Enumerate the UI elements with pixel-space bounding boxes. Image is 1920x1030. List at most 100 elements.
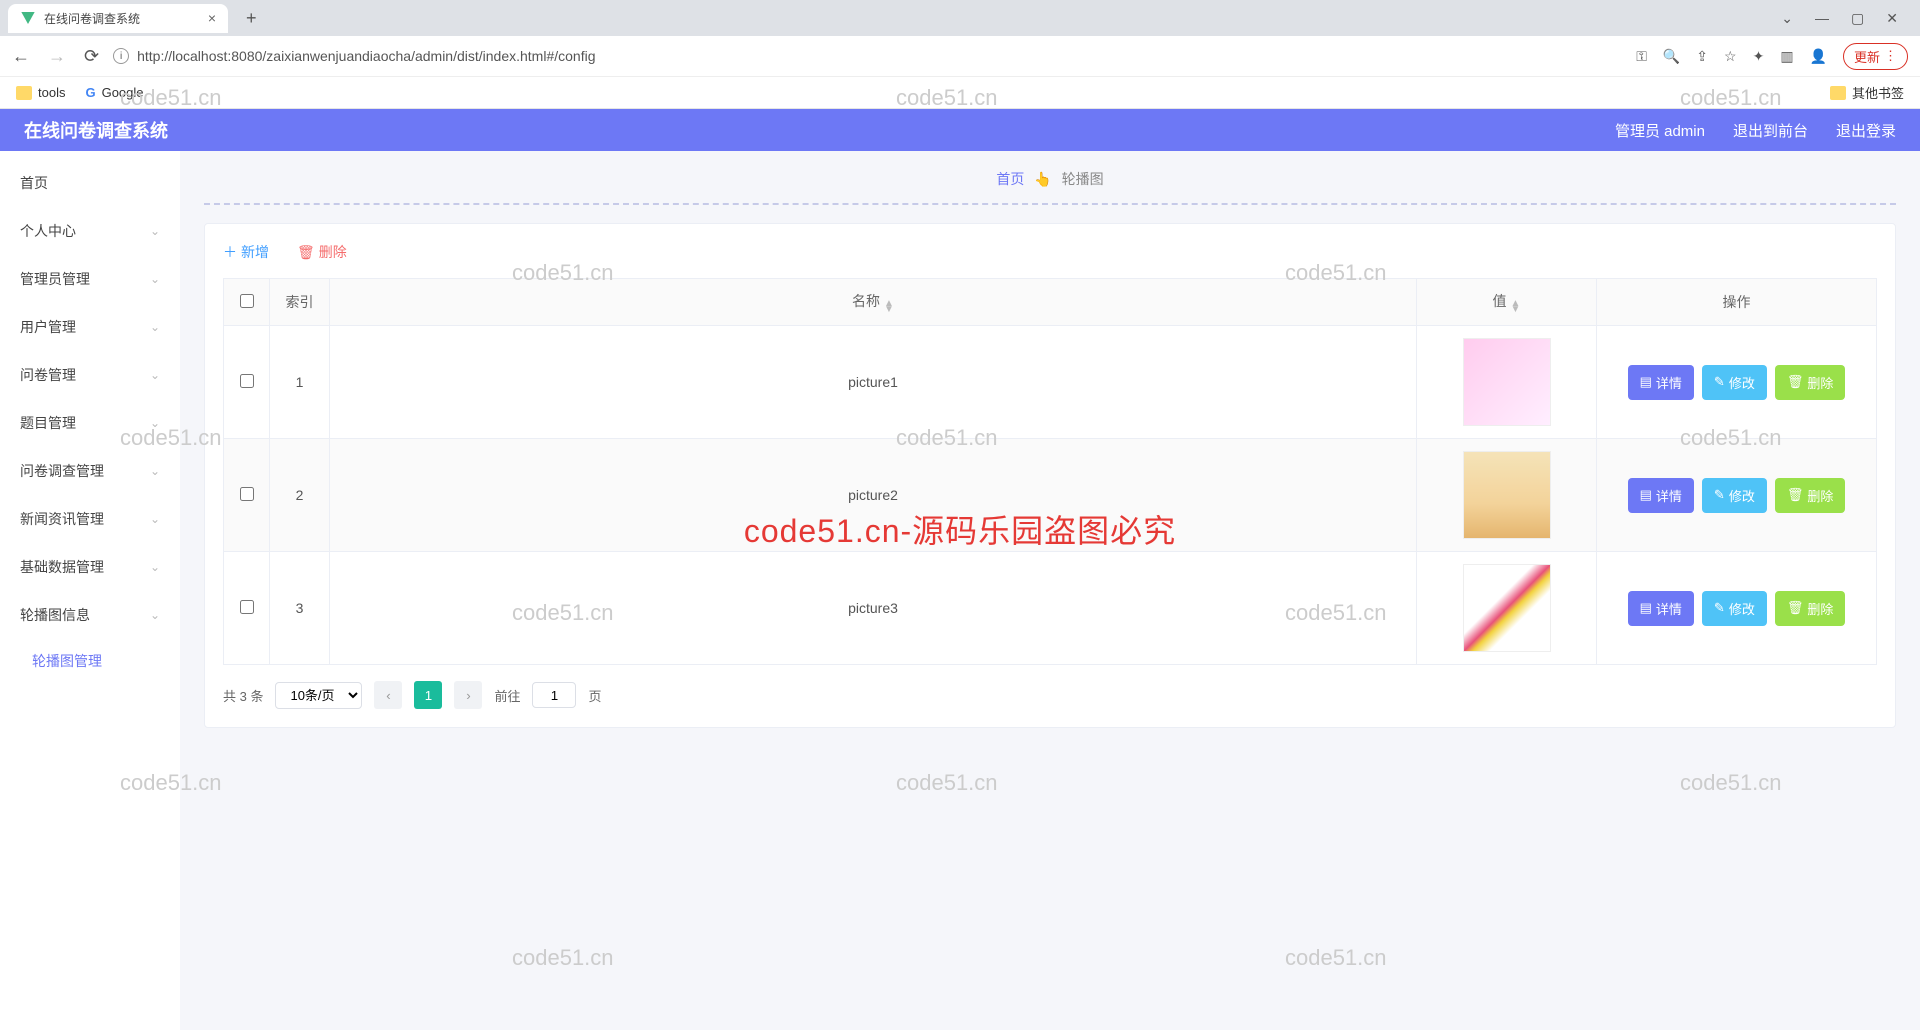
edit-button[interactable]: ✎修改 — [1702, 591, 1767, 626]
chevron-down-icon: ⌄ — [150, 416, 160, 430]
edit-icon: ✎ — [1714, 487, 1725, 503]
sidebar-item-profile[interactable]: 个人中心⌄ — [0, 207, 180, 255]
sidebar-item-user[interactable]: 用户管理⌄ — [0, 303, 180, 351]
col-name[interactable]: 名称▲▼ — [330, 279, 1417, 326]
sidebar: 首页 个人中心⌄ 管理员管理⌄ 用户管理⌄ 问卷管理⌄ 题目管理⌄ 问卷调查管理… — [0, 151, 180, 1030]
maximize-icon[interactable]: ▢ — [1851, 10, 1864, 27]
table-row: 1picture1▤详情✎修改🗑删除 — [224, 326, 1877, 439]
breadcrumb-home[interactable]: 首页 — [996, 171, 1024, 187]
key-icon[interactable]: ⚿ — [1636, 48, 1647, 65]
update-button[interactable]: 更新⋮ — [1843, 43, 1908, 70]
delete-button[interactable]: 🗑删除 — [1775, 478, 1846, 513]
dropdown-icon[interactable]: ⌄ — [1781, 10, 1793, 27]
row-value — [1417, 326, 1597, 439]
col-value[interactable]: 值▲▼ — [1417, 279, 1597, 326]
chevron-down-icon: ⌄ — [150, 608, 160, 622]
folder-icon — [16, 86, 32, 100]
detail-button[interactable]: ▤详情 — [1628, 478, 1694, 513]
breadcrumb-current: 轮播图 — [1062, 171, 1104, 187]
row-value — [1417, 552, 1597, 665]
reload-icon[interactable]: ⟳ — [84, 46, 99, 67]
row-checkbox[interactable] — [240, 374, 254, 388]
goto-front-link[interactable]: 退出到前台 — [1733, 120, 1808, 141]
sidebar-item-survey[interactable]: 问卷管理⌄ — [0, 351, 180, 399]
add-button[interactable]: ＋新增 — [223, 242, 269, 262]
row-index: 3 — [270, 552, 330, 665]
sort-icon: ▲▼ — [1511, 301, 1521, 313]
back-icon[interactable]: ← — [12, 46, 30, 67]
breadcrumb: 首页 👆 轮播图 — [204, 169, 1896, 205]
select-all-checkbox[interactable] — [240, 294, 254, 308]
row-checkbox[interactable] — [240, 487, 254, 501]
row-checkbox[interactable] — [240, 600, 254, 614]
chevron-down-icon: ⌄ — [150, 320, 160, 334]
detail-icon: ▤ — [1640, 600, 1652, 616]
pager-prev[interactable]: ‹ — [374, 681, 402, 709]
pager-next[interactable]: › — [454, 681, 482, 709]
detail-button[interactable]: ▤详情 — [1628, 365, 1694, 400]
browser-chrome: 在线问卷调查系统 × + ⌄ — ▢ ✕ ← → ⟳ i http://loca… — [0, 0, 1920, 109]
pager-total: 共 3 条 — [223, 686, 263, 705]
profile-icon[interactable]: 👤 — [1810, 48, 1827, 65]
sidebar-item-surveyrun[interactable]: 问卷调查管理⌄ — [0, 447, 180, 495]
thumbnail-image[interactable] — [1463, 564, 1551, 652]
pager-goto-input[interactable] — [532, 682, 576, 708]
bookmark-tools[interactable]: tools — [16, 85, 65, 100]
bookmark-google[interactable]: GGoogle — [85, 85, 143, 100]
detail-icon: ▤ — [1640, 374, 1652, 390]
tab-title: 在线问卷调查系统 — [44, 10, 140, 27]
edit-button[interactable]: ✎修改 — [1702, 365, 1767, 400]
window-controls: ⌄ — ▢ ✕ — [1759, 10, 1920, 27]
pager-goto-suffix: 页 — [588, 686, 601, 705]
sidebar-item-news[interactable]: 新闻资讯管理⌄ — [0, 495, 180, 543]
row-name: picture1 — [330, 326, 1417, 439]
detail-button[interactable]: ▤详情 — [1628, 591, 1694, 626]
batch-delete-button[interactable]: 🗑删除 — [297, 242, 347, 262]
address-row: ← → ⟳ i http://localhost:8080/zaixianwen… — [0, 36, 1920, 76]
url-bar[interactable]: i http://localhost:8080/zaixianwenjuandi… — [113, 44, 1622, 68]
folder-icon — [1830, 86, 1846, 100]
chevron-down-icon: ⌄ — [150, 224, 160, 238]
panel-icon[interactable]: ▥ — [1780, 48, 1793, 65]
edit-icon: ✎ — [1714, 374, 1725, 390]
delete-button[interactable]: 🗑删除 — [1775, 591, 1846, 626]
page-size-select[interactable]: 10条/页 — [275, 682, 362, 709]
col-index: 索引 — [270, 279, 330, 326]
tab-strip: 在线问卷调查系统 × + ⌄ — ▢ ✕ — [0, 0, 1920, 36]
table-header-row: 索引 名称▲▼ 值▲▼ 操作 — [224, 279, 1877, 326]
sidebar-item-question[interactable]: 题目管理⌄ — [0, 399, 180, 447]
minimize-icon[interactable]: — — [1815, 10, 1829, 27]
chevron-down-icon: ⌄ — [150, 272, 160, 286]
edit-button[interactable]: ✎修改 — [1702, 478, 1767, 513]
zoom-icon[interactable]: 🔍 — [1663, 48, 1680, 65]
sidebar-sub-carousel-manage[interactable]: 轮播图管理 — [0, 639, 180, 683]
new-tab-button[interactable]: + — [238, 4, 265, 33]
bookmark-star-icon[interactable]: ☆ — [1724, 48, 1737, 65]
thumbnail-image[interactable] — [1463, 451, 1551, 539]
share-icon[interactable]: ⇪ — [1696, 48, 1708, 65]
forward-icon[interactable]: → — [48, 46, 66, 67]
extensions-icon[interactable]: ✦ — [1753, 48, 1765, 65]
pager-page-1[interactable]: 1 — [414, 681, 442, 709]
tab-close-icon[interactable]: × — [208, 10, 216, 26]
current-user[interactable]: 管理员 admin — [1615, 120, 1705, 141]
vue-favicon-icon — [20, 10, 36, 26]
sidebar-item-basedata[interactable]: 基础数据管理⌄ — [0, 543, 180, 591]
sidebar-item-home[interactable]: 首页 — [0, 159, 180, 207]
delete-button[interactable]: 🗑删除 — [1775, 365, 1846, 400]
bookmark-other[interactable]: 其他书签 — [1830, 83, 1904, 102]
sidebar-item-carousel[interactable]: 轮播图信息⌄ — [0, 591, 180, 639]
chevron-down-icon: ⌄ — [150, 512, 160, 526]
data-table: 索引 名称▲▼ 值▲▼ 操作 1picture1▤详情✎修改🗑删除2pictur… — [223, 278, 1877, 665]
pager-goto-prefix: 前往 — [494, 686, 520, 705]
sidebar-item-admin[interactable]: 管理员管理⌄ — [0, 255, 180, 303]
toolbar: ＋新增 🗑删除 — [223, 242, 1877, 262]
thumbnail-image[interactable] — [1463, 338, 1551, 426]
detail-icon: ▤ — [1640, 487, 1652, 503]
logout-link[interactable]: 退出登录 — [1836, 120, 1896, 141]
plus-icon: ＋ — [223, 242, 237, 262]
close-window-icon[interactable]: ✕ — [1886, 10, 1898, 27]
browser-tab[interactable]: 在线问卷调查系统 × — [8, 4, 228, 33]
url-text: http://localhost:8080/zaixianwenjuandiao… — [137, 48, 595, 64]
site-info-icon[interactable]: i — [113, 48, 129, 64]
